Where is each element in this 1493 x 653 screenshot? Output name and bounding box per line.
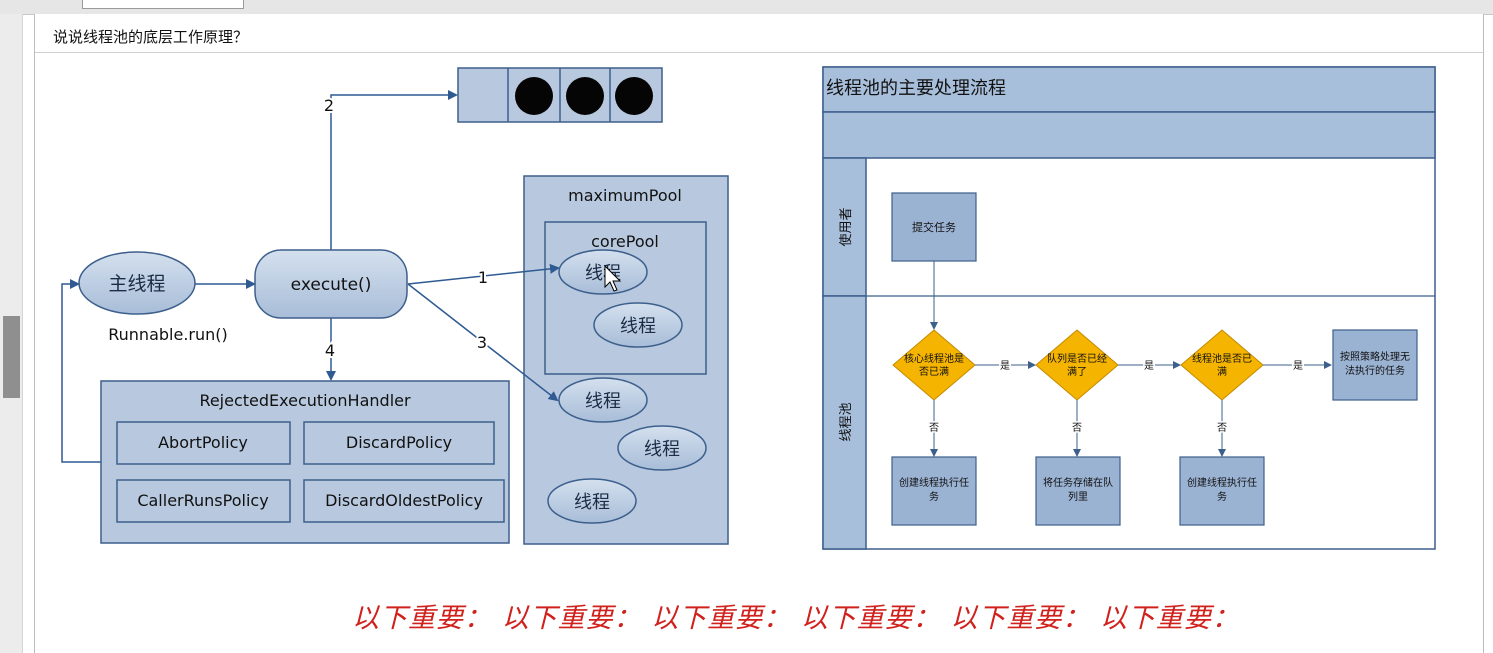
arrow-label-2: 2 <box>324 96 334 115</box>
main-thread-label: 主线程 <box>108 273 165 295</box>
flow-yes-label: 是 <box>1293 360 1303 372</box>
important-note: 以下重要： 以下重要： 以下重要： 以下重要： 以下重要： 以下重要： <box>352 603 1240 634</box>
queued-task <box>615 77 653 115</box>
arrow-label-3: 3 <box>477 333 487 352</box>
flow-reject-box <box>1332 329 1418 401</box>
policy-discard: DiscardPolicy <box>303 421 495 465</box>
flow-decision3-line1: 线程池是否已 <box>1192 352 1252 365</box>
flow-submit-label: 提交任务 <box>912 220 956 234</box>
flow-no-label: 否 <box>1072 422 1082 434</box>
flow-no-label: 否 <box>1217 422 1227 434</box>
flow-result1-line1: 创建线程执行任 <box>899 476 969 489</box>
diagram-canvas: 主线程 Runnable.run() execute() maximumPool… <box>61 66 1436 550</box>
rejected-handler-label: RejectedExecutionHandler <box>199 391 411 410</box>
thread-node: 线程 <box>558 377 648 423</box>
thread-node: 线程 <box>547 478 637 524</box>
maximum-pool-label: maximumPool <box>568 186 682 205</box>
thread-label: 线程 <box>620 316 656 337</box>
thread-node: 线程 <box>558 249 648 295</box>
lane-pool-label: 线程池 <box>839 402 854 441</box>
thread-node: 线程 <box>617 425 707 471</box>
flow-result1-line2: 务 <box>929 490 939 503</box>
flow-decision3-line2: 满 <box>1217 366 1227 378</box>
core-pool-label: corePool <box>591 232 659 251</box>
flow-result2-line1: 将任务存储在队 <box>1043 476 1113 489</box>
arrow-label-4: 4 <box>325 341 335 360</box>
flow-result-box-1 <box>891 456 977 526</box>
thread-label: 线程 <box>574 492 610 513</box>
flowchart-title: 线程池的主要处理流程 <box>826 78 1006 99</box>
queued-task <box>566 77 604 115</box>
flow-no-label: 否 <box>929 422 939 434</box>
arrow-label-1: 1 <box>478 268 488 287</box>
flow-result-box-3 <box>1179 456 1265 526</box>
thread-node: 线程 <box>593 302 683 348</box>
flow-result-box-2 <box>1035 456 1121 526</box>
execute-label: execute() <box>291 275 372 295</box>
arrow-handler-to-main <box>61 279 101 463</box>
flow-reject-line2: 法执行的任务 <box>1345 364 1405 377</box>
policy-abort: AbortPolicy <box>116 421 291 465</box>
flow-decision1-line1: 核心线程池是 <box>904 352 964 365</box>
thread-label: 线程 <box>585 391 621 412</box>
thread-label: 线程 <box>644 439 680 460</box>
flow-reject-line1: 按照策略处理无 <box>1340 350 1410 363</box>
blocking-queue <box>457 67 663 123</box>
flow-decision2-line1: 队列是否已经 <box>1047 352 1107 365</box>
policy-discard-label: DiscardPolicy <box>346 433 452 452</box>
policy-caller-runs-label: CallerRunsPolicy <box>137 491 268 510</box>
queued-task <box>515 77 553 115</box>
arrow-2-to-queue <box>330 90 458 250</box>
runnable-label: Runnable.run() <box>108 325 228 344</box>
flow-yes-label: 是 <box>1000 360 1010 372</box>
flow-decision2-line2: 满了 <box>1067 366 1087 378</box>
policy-discard-oldest-label: DiscardOldestPolicy <box>325 491 483 510</box>
policy-discard-oldest: DiscardOldestPolicy <box>303 479 505 523</box>
flow-result3-line2: 务 <box>1217 490 1227 503</box>
flow-result3-line1: 创建线程执行任 <box>1187 476 1257 489</box>
lane-user-label: 使用者 <box>838 207 854 246</box>
flowchart-subheader <box>822 111 1436 159</box>
policy-abort-label: AbortPolicy <box>158 433 248 452</box>
flow-decision1-line2: 否已满 <box>919 366 949 378</box>
flow-yes-label: 是 <box>1144 360 1154 372</box>
flow-result2-line2: 列里 <box>1068 490 1088 503</box>
policy-caller-runs: CallerRunsPolicy <box>116 479 291 523</box>
